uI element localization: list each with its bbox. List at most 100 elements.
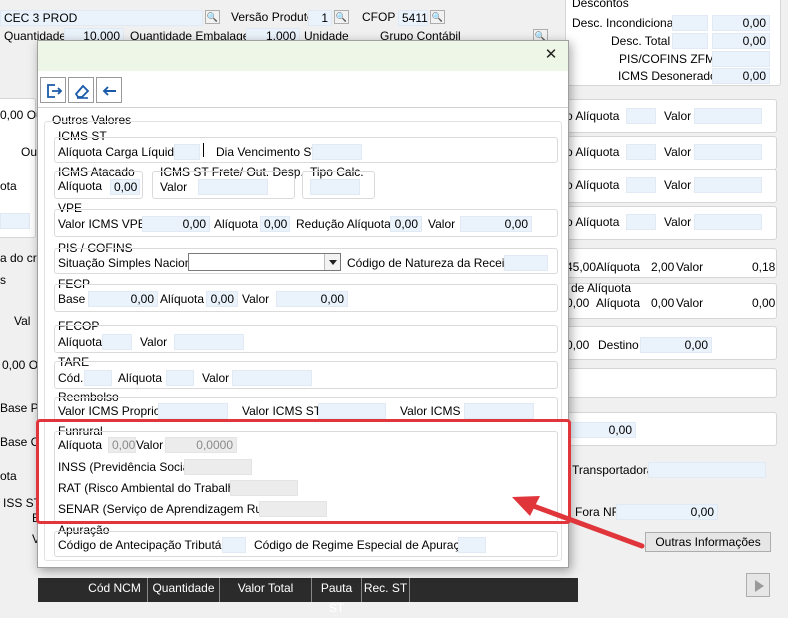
fecp-aliquota-field[interactable]: 0,00 [206, 291, 238, 307]
versao-produto-field[interactable]: 1 [308, 10, 332, 26]
play-button[interactable] [746, 573, 770, 597]
rat-field[interactable] [230, 480, 298, 496]
grid-header-quantidade[interactable]: Quantidade [148, 578, 220, 602]
vpe-valor-field[interactable]: 0,00 [460, 216, 532, 232]
tare-cod-label: Cód. [58, 371, 84, 385]
close-button[interactable]: ✕ [542, 46, 560, 64]
row8-value: 0,00 [608, 423, 632, 437]
tare-aliquota-label: Alíquota [118, 371, 163, 385]
icms-st-divider [203, 143, 204, 157]
valor-icms-st-field[interactable] [318, 403, 386, 419]
rat-label: RAT (Risco Ambiental do Trabalho) [58, 481, 245, 495]
right-valor-label: Valor [664, 178, 692, 192]
pis-cofins-zfm-field[interactable] [712, 51, 770, 67]
cfop-value: 5411 [402, 11, 428, 25]
row6-value2: 0,00 [651, 296, 675, 310]
antecipacao-field[interactable] [222, 537, 246, 553]
desc-total-field[interactable] [672, 33, 708, 49]
row5-valor-label: Valor [676, 260, 704, 274]
search-icon: 🔍 [206, 12, 219, 22]
right-valor-field[interactable] [694, 214, 762, 230]
right-aliquota-field[interactable] [626, 144, 656, 160]
row6-aliquota-label: Alíquota [596, 296, 641, 310]
back-button[interactable] [96, 77, 122, 103]
grid-header-valor-total[interactable]: Valor Total [220, 578, 312, 602]
icms-desonerado-field[interactable]: 0,00 [712, 68, 770, 84]
desc-total-value: 0,00 [742, 34, 766, 48]
codigo-natureza-field[interactable] [504, 255, 548, 271]
fecop-valor-field[interactable] [174, 334, 244, 350]
regime-especial-field[interactable] [458, 537, 486, 553]
versao-search-button[interactable]: 🔍 [334, 10, 349, 24]
clear-button[interactable] [68, 77, 94, 103]
fecp-valor-value: 0,00 [320, 292, 344, 306]
cfop-field[interactable]: 5411 [398, 10, 428, 26]
cfop-search-button[interactable]: 🔍 [430, 10, 445, 24]
row7-destino-label: Destino [598, 338, 639, 352]
grid-header-rec-st[interactable]: Rec. ST [362, 578, 410, 602]
row6-valor-label: Valor [676, 296, 704, 310]
desc-total-value-field[interactable]: 0,00 [712, 33, 770, 49]
valor-icms-proprio-label: Valor ICMS Proprio [58, 404, 161, 418]
icms-st-frete-valor-field[interactable] [198, 179, 268, 195]
tare-cod-field[interactable] [84, 370, 112, 386]
right-valor-field[interactable] [694, 108, 762, 124]
aliquota-carga-liquida-field[interactable] [174, 144, 200, 160]
valor-icms-vpe-value: 0,00 [182, 217, 206, 231]
vpe-valor-value: 0,00 [504, 217, 528, 231]
left-field[interactable] [0, 213, 30, 229]
exit-icon [47, 84, 63, 98]
regime-especial-label: Código de Regime Especial de Apuração [254, 538, 473, 552]
funrural-valor-field[interactable]: 0,0000 [165, 437, 237, 453]
right-valor-field[interactable] [694, 177, 762, 193]
valor-icms-vpe-field[interactable]: 0,00 [142, 216, 210, 232]
situacao-simples-label: Situação Simples Nacional [58, 256, 201, 270]
icms-desonerado-label: ICMS Desonerado [618, 69, 717, 83]
row5-aliquota-label: Alíquota [596, 260, 641, 274]
tipo-calc-field[interactable] [310, 179, 360, 195]
senar-field[interactable] [259, 501, 327, 517]
reducao-aliquota-field[interactable]: 0,00 [390, 216, 422, 232]
valor-icms-st-label: Valor ICMS ST [242, 404, 322, 418]
fecp-base-field[interactable]: 0,00 [88, 291, 158, 307]
tare-valor-field[interactable] [232, 370, 312, 386]
fecp-valor-field[interactable]: 0,00 [276, 291, 348, 307]
row7-destino-field[interactable]: 0,00 [640, 337, 712, 353]
fecop-aliquota-field[interactable] [102, 334, 132, 350]
right-valor-field[interactable] [694, 144, 762, 160]
product-field[interactable]: CEC 3 PROD [0, 10, 203, 26]
grid-header-cod-ncm[interactable]: Cód NCM [82, 578, 148, 602]
inss-field[interactable] [184, 459, 252, 475]
reducao-aliquota-value: 0,00 [394, 217, 418, 231]
right-aliquota-field[interactable] [626, 177, 656, 193]
fecp-valor-label: Valor [242, 292, 270, 306]
outras-informacoes-button[interactable]: Outras Informações [645, 532, 771, 552]
tare-aliquota-field[interactable] [166, 370, 194, 386]
valor-icms-vpe-label: Valor ICMS VPE [58, 217, 146, 231]
product-search-button[interactable]: 🔍 [205, 10, 220, 24]
annotation-arrow-icon [512, 496, 645, 549]
row8-field[interactable]: 0,00 [570, 422, 636, 438]
funrural-aliquota-field[interactable]: 0,00 [108, 437, 136, 453]
situacao-simples-select[interactable] [188, 253, 341, 271]
row6-value1: 0,00 [566, 296, 590, 310]
desc-total-label: Desc. Total [611, 34, 671, 48]
vpe-aliquota-value: 0,00 [264, 217, 288, 231]
vpe-aliquota-field[interactable]: 0,00 [260, 216, 290, 232]
chevron-down-icon[interactable] [324, 254, 340, 270]
right-aliquota-field[interactable] [626, 108, 656, 124]
exit-button[interactable] [40, 77, 66, 103]
valor-icms-proprio-field[interactable] [158, 403, 228, 419]
dia-vencimento-st-field[interactable] [312, 144, 362, 160]
left-fragment: ISS ST [3, 496, 42, 510]
grid-header-pauta-st[interactable]: Pauta ST [312, 578, 362, 615]
fecop-aliquota-label: Alíquota [58, 335, 103, 349]
row5-base-value: 45,00 [566, 260, 597, 274]
fecp-aliquota-value: 0,00 [210, 292, 234, 306]
right-aliquota-field[interactable] [626, 214, 656, 230]
icms-atacado-aliquota-field[interactable]: 0,00 [110, 179, 140, 195]
valor-icms-field[interactable] [464, 403, 534, 419]
desc-incondicional-field[interactable] [672, 15, 708, 31]
transportadora-field[interactable] [648, 462, 766, 478]
desc-incondicional-value-field[interactable]: 0,00 [712, 15, 770, 31]
